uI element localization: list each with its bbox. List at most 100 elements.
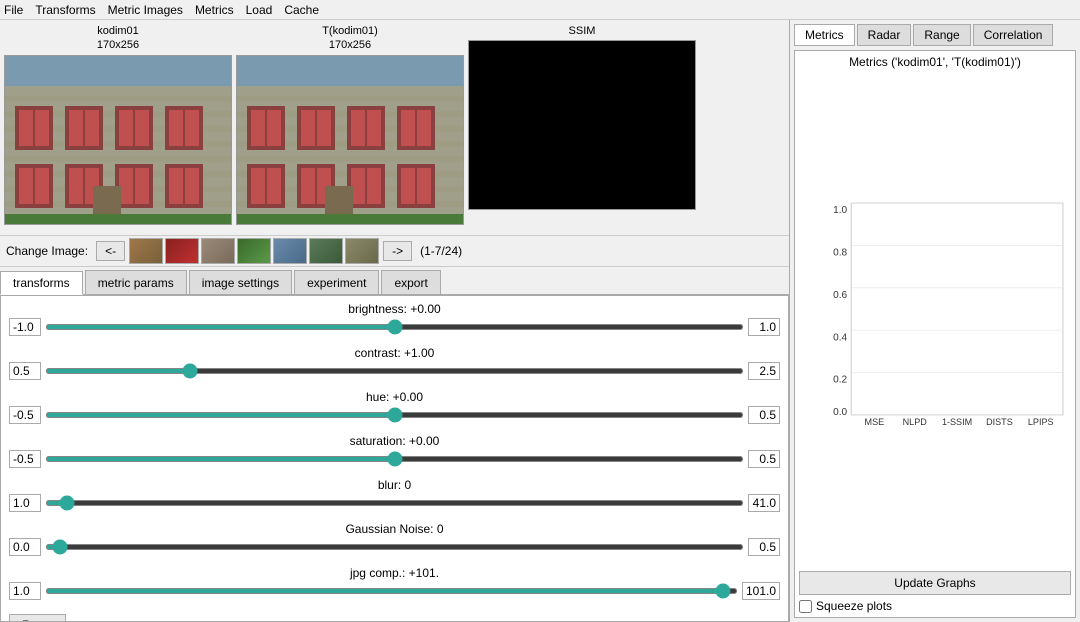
tab-experiment[interactable]: experiment: [294, 270, 379, 294]
svg-text:1.0: 1.0: [833, 205, 847, 216]
jpg-comp-group: jpg comp.: +101. 1.0 101.0: [9, 566, 780, 600]
saturation-slider[interactable]: [45, 456, 744, 462]
ssim-image: [468, 40, 696, 210]
gaussian-noise-min: 0.0: [9, 538, 41, 556]
menu-metrics[interactable]: Metrics: [195, 3, 234, 17]
saturation-min: -0.5: [9, 450, 41, 468]
chart-area: 1.0 0.8 0.6 0.4 0.2 0.0 MSE: [799, 73, 1071, 565]
saturation-label: saturation: +0.00: [9, 434, 780, 448]
gaussian-noise-group: Gaussian Noise: 0 0.0 0.5: [9, 522, 780, 556]
contrast-slider[interactable]: [45, 368, 744, 374]
jpg-comp-slider[interactable]: [45, 588, 738, 594]
right-panel: Metrics Radar Range Correlation Metrics …: [790, 20, 1080, 622]
reset-button[interactable]: Reset: [9, 614, 66, 622]
brightness-group: brightness: +0.00 -1.0 1.0: [9, 302, 780, 336]
svg-text:LPIPS: LPIPS: [1028, 417, 1054, 427]
brightness-slider[interactable]: [45, 324, 744, 330]
hue-label: hue: +0.00: [9, 390, 780, 404]
right-tabs: Metrics Radar Range Correlation: [794, 24, 1076, 46]
gaussian-noise-row: 0.0 0.5: [9, 538, 780, 556]
transformed-image: [236, 55, 464, 225]
thumbnail-1[interactable]: [129, 238, 163, 264]
tab-metric-params[interactable]: metric params: [85, 270, 187, 294]
svg-text:MSE: MSE: [865, 417, 885, 427]
brightness-label: brightness: +0.00: [9, 302, 780, 316]
tab-transforms[interactable]: transforms: [0, 271, 83, 295]
transformed-image-svg: [237, 56, 464, 225]
right-tab-metrics[interactable]: Metrics: [794, 24, 855, 46]
menu-file[interactable]: File: [4, 3, 23, 17]
svg-text:0.2: 0.2: [833, 375, 847, 386]
hue-slider[interactable]: [45, 412, 744, 418]
jpg-comp-row: 1.0 101.0: [9, 582, 780, 600]
jpg-comp-min: 1.0: [9, 582, 41, 600]
svg-text:1-SSIM: 1-SSIM: [942, 417, 972, 427]
transformed-title: T(kodim01) 170x256: [322, 24, 378, 53]
menubar: File Transforms Metric Images Metrics Lo…: [0, 0, 1080, 20]
prev-image-button[interactable]: <-: [96, 241, 125, 261]
gaussian-noise-max: 0.5: [748, 538, 780, 556]
menu-transforms[interactable]: Transforms: [35, 3, 95, 17]
update-graphs-button[interactable]: Update Graphs: [799, 571, 1071, 595]
tabs-row: transforms metric params image settings …: [0, 267, 789, 295]
svg-text:NLPD: NLPD: [903, 417, 928, 427]
right-tab-radar[interactable]: Radar: [857, 24, 912, 46]
thumbnail-7[interactable]: [345, 238, 379, 264]
original-image: [4, 55, 232, 225]
next-image-button[interactable]: ->: [383, 241, 412, 261]
change-image-label: Change Image:: [6, 244, 88, 258]
blur-slider[interactable]: [45, 500, 744, 506]
saturation-max: 0.5: [748, 450, 780, 468]
blur-max: 41.0: [748, 494, 780, 512]
gaussian-noise-slider[interactable]: [45, 544, 744, 550]
contrast-row: 0.5 2.5: [9, 362, 780, 380]
gaussian-noise-label: Gaussian Noise: 0: [9, 522, 780, 536]
hue-row: -0.5 0.5: [9, 406, 780, 424]
svg-text:DISTS: DISTS: [986, 417, 1013, 427]
svg-text:0.6: 0.6: [833, 290, 847, 301]
ssim-image-block: SSIM: [468, 24, 696, 210]
right-tab-correlation[interactable]: Correlation: [973, 24, 1054, 46]
original-image-block: kodim01 170x256: [4, 24, 232, 225]
jpg-comp-label: jpg comp.: +101.: [9, 566, 780, 580]
contrast-min: 0.5: [9, 362, 41, 380]
transformed-image-block: T(kodim01) 170x256: [236, 24, 464, 225]
tab-export[interactable]: export: [381, 270, 440, 294]
tab-image-settings[interactable]: image settings: [189, 270, 292, 294]
thumbnail-4[interactable]: [237, 238, 271, 264]
metrics-chart-title: Metrics ('kodim01', 'T(kodim01)'): [799, 55, 1071, 69]
jpg-comp-max: 101.0: [742, 582, 780, 600]
controls-area: brightness: +0.00 -1.0 1.0 contrast: +1.…: [0, 295, 789, 622]
ssim-title: SSIM: [569, 24, 596, 38]
contrast-label: contrast: +1.00: [9, 346, 780, 360]
images-row: kodim01 170x256: [0, 20, 789, 235]
blur-row: 1.0 41.0: [9, 494, 780, 512]
thumbnail-3[interactable]: [201, 238, 235, 264]
thumbnail-2[interactable]: [165, 238, 199, 264]
squeeze-plots-checkbox[interactable]: [799, 600, 812, 613]
metrics-chart-svg: 1.0 0.8 0.6 0.4 0.2 0.0 MSE: [829, 73, 1071, 545]
blur-label: blur: 0: [9, 478, 780, 492]
thumbnail-5[interactable]: [273, 238, 307, 264]
saturation-group: saturation: +0.00 -0.5 0.5: [9, 434, 780, 468]
squeeze-plots-label: Squeeze plots: [816, 599, 892, 613]
brightness-row: -1.0 1.0: [9, 318, 780, 336]
menu-load[interactable]: Load: [246, 3, 273, 17]
contrast-group: contrast: +1.00 0.5 2.5: [9, 346, 780, 380]
right-tab-range[interactable]: Range: [913, 24, 970, 46]
original-title: kodim01 170x256: [97, 24, 139, 53]
metrics-content: Metrics ('kodim01', 'T(kodim01)') 1.0 0.…: [794, 50, 1076, 618]
contrast-max: 2.5: [748, 362, 780, 380]
menu-cache[interactable]: Cache: [284, 3, 319, 17]
hue-min: -0.5: [9, 406, 41, 424]
svg-text:0.4: 0.4: [833, 332, 847, 343]
thumbnail-6[interactable]: [309, 238, 343, 264]
nav-row: Change Image: <- -> (1-7/24): [0, 235, 789, 267]
hue-group: hue: +0.00 -0.5 0.5: [9, 390, 780, 424]
blur-min: 1.0: [9, 494, 41, 512]
brightness-min: -1.0: [9, 318, 41, 336]
brightness-max: 1.0: [748, 318, 780, 336]
hue-max: 0.5: [748, 406, 780, 424]
menu-metric-images[interactable]: Metric Images: [108, 3, 183, 17]
image-counter: (1-7/24): [420, 244, 462, 258]
